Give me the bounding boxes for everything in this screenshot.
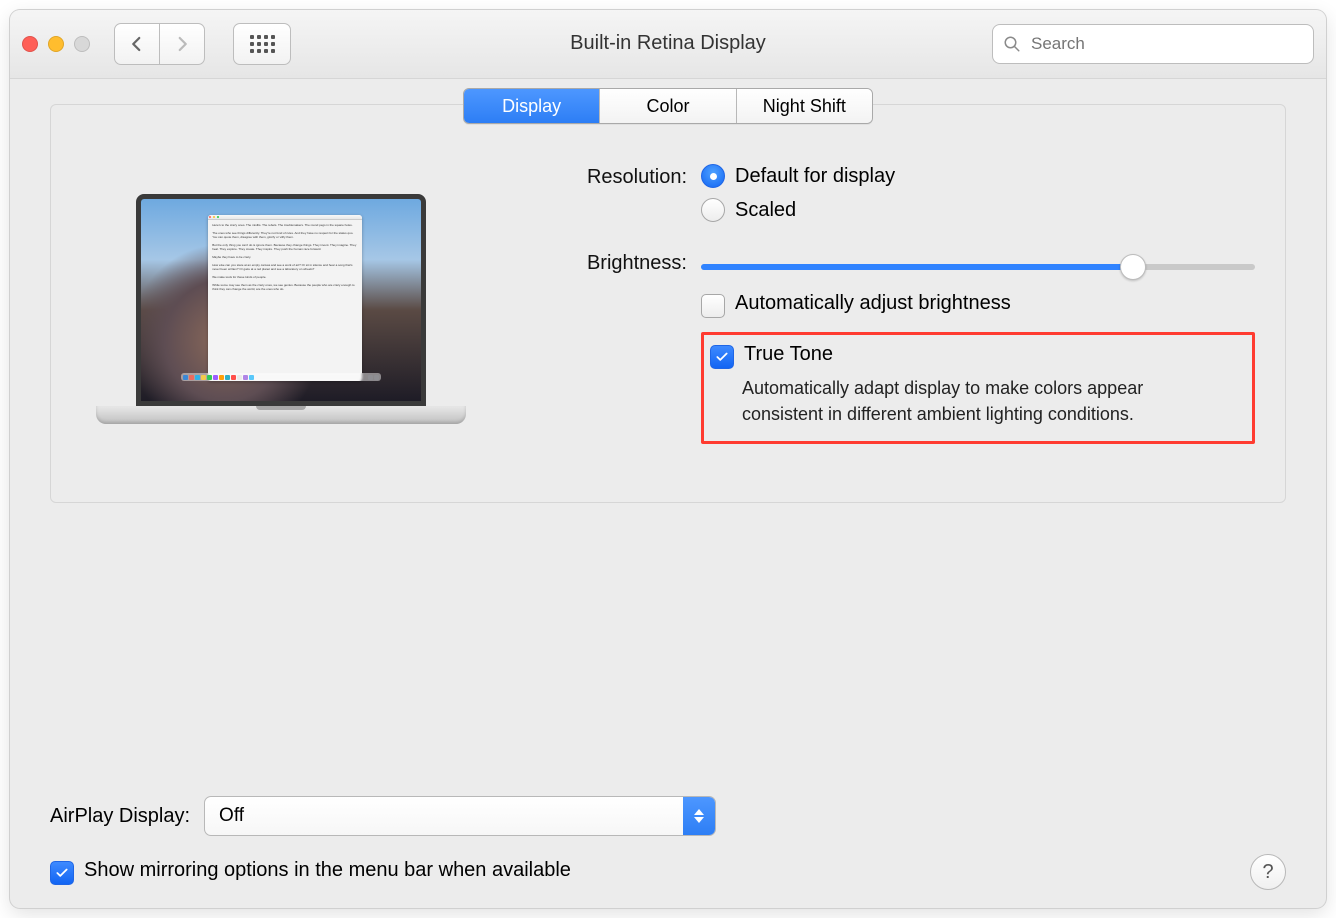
checkbox-icon: [701, 294, 725, 318]
select-arrows-icon: [683, 797, 715, 835]
radio-scaled-label: Scaled: [735, 199, 796, 222]
preview-app-window: Here's to the crazy ones. The misfits. T…: [208, 215, 362, 381]
tab-color[interactable]: Color: [599, 89, 735, 123]
checkbox-auto-brightness[interactable]: Automatically adjust brightness: [701, 292, 1255, 318]
airplay-select[interactable]: Off: [204, 796, 716, 836]
minimize-window-button[interactable]: [48, 36, 64, 52]
forward-button[interactable]: [160, 23, 205, 65]
search-icon: [1003, 35, 1021, 53]
radio-default-label: Default for display: [735, 165, 895, 188]
tab-bar: Display Color Night Shift: [463, 88, 873, 124]
airplay-label: AirPlay Display:: [50, 805, 190, 828]
airplay-row: AirPlay Display: Off: [50, 796, 1286, 836]
footer: AirPlay Display: Off Show mirroring opti…: [50, 796, 1286, 890]
show-all-button[interactable]: [233, 23, 291, 65]
window-controls: [22, 36, 90, 52]
close-window-button[interactable]: [22, 36, 38, 52]
laptop-illustration: Here's to the crazy ones. The misfits. T…: [96, 194, 466, 424]
checkmark-icon: [55, 866, 69, 880]
app-grid-icon: [250, 35, 275, 53]
preferences-window: Built-in Retina Display Display Color Ni…: [10, 10, 1326, 908]
mirroring-label: Show mirroring options in the menu bar w…: [84, 859, 571, 882]
radio-dot-icon: [701, 164, 725, 188]
brightness-label: Brightness:: [511, 250, 687, 275]
airplay-value: Off: [205, 805, 683, 827]
display-pane: Display Color Night Shift Here's to the …: [50, 104, 1286, 503]
help-icon: ?: [1262, 861, 1273, 884]
tab-night-shift[interactable]: Night Shift: [736, 89, 872, 123]
checkmark-icon: [715, 350, 729, 364]
resolution-label: Resolution:: [511, 164, 687, 189]
highlight-true-tone: True Tone Automatically adapt display to…: [701, 332, 1255, 444]
brightness-slider[interactable]: [701, 256, 1255, 278]
radio-dot-icon: [701, 198, 725, 222]
display-preview: Here's to the crazy ones. The misfits. T…: [51, 164, 511, 462]
zoom-window-button[interactable]: [74, 36, 90, 52]
chevron-right-icon: [173, 35, 191, 53]
tab-display[interactable]: Display: [464, 89, 599, 123]
radio-scaled[interactable]: Scaled: [701, 198, 1255, 222]
slider-thumb-icon[interactable]: [1120, 254, 1146, 280]
nav-buttons: [114, 23, 205, 65]
help-button[interactable]: ?: [1250, 854, 1286, 890]
search-input[interactable]: [1029, 33, 1303, 55]
auto-brightness-label: Automatically adjust brightness: [735, 292, 1011, 315]
true-tone-description: Automatically adapt display to make colo…: [742, 375, 1202, 427]
search-field-container: [992, 24, 1314, 64]
checkbox-mirroring-menu-bar[interactable]: Show mirroring options in the menu bar w…: [50, 859, 571, 885]
settings-column: Resolution: Default for display Scaled: [511, 164, 1285, 462]
chevron-left-icon: [128, 35, 146, 53]
radio-default-for-display[interactable]: Default for display: [701, 164, 1255, 188]
preview-dock: [181, 373, 381, 381]
checkbox-icon: [50, 861, 74, 885]
checkbox-icon: [710, 345, 734, 369]
titlebar: Built-in Retina Display: [10, 10, 1326, 79]
back-button[interactable]: [114, 23, 160, 65]
true-tone-label: True Tone: [744, 343, 833, 366]
checkbox-true-tone[interactable]: True Tone: [710, 343, 1232, 369]
